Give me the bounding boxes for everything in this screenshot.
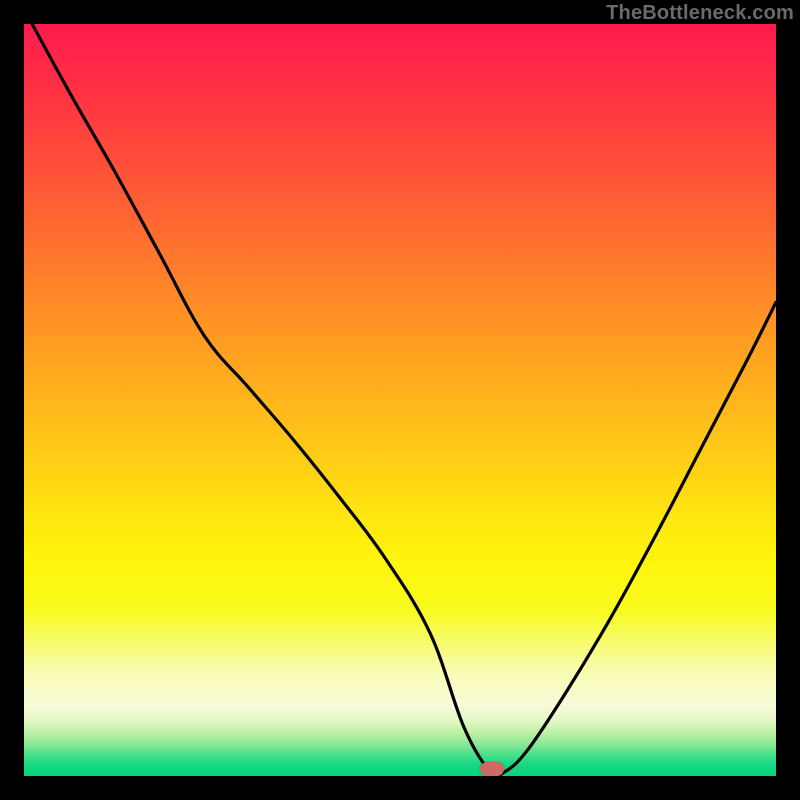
plot-area xyxy=(24,24,776,776)
chart-frame: TheBottleneck.com xyxy=(0,0,800,800)
bottleneck-curve xyxy=(24,24,776,776)
curve-svg xyxy=(24,24,776,776)
watermark-text: TheBottleneck.com xyxy=(606,2,794,25)
optimal-point-marker xyxy=(480,762,504,776)
